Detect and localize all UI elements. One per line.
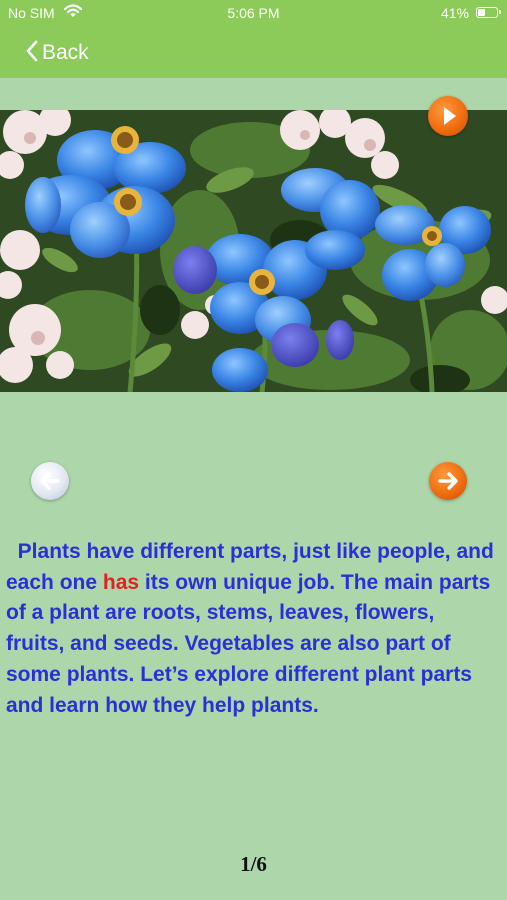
- chevron-left-icon: [26, 40, 38, 67]
- next-page-button[interactable]: [429, 462, 467, 500]
- play-button[interactable]: [428, 96, 468, 136]
- page-indicator: 1/6: [240, 852, 267, 876]
- status-bar: No SIM 5:06 PM 41%: [0, 0, 507, 28]
- battery-nub: [499, 10, 501, 14]
- clock: 5:06 PM: [227, 5, 280, 21]
- battery-fill: [478, 9, 485, 16]
- navigation-bar: Back: [0, 28, 507, 78]
- back-button[interactable]: Back: [26, 38, 89, 68]
- play-icon: [428, 107, 468, 140]
- arrow-right-icon: [429, 472, 467, 504]
- arrow-left-icon: [31, 472, 69, 504]
- battery-icon: [476, 7, 501, 18]
- previous-page-button[interactable]: [31, 462, 69, 500]
- back-label: Back: [42, 41, 89, 64]
- flower-photo: [0, 110, 507, 392]
- highlighted-word[interactable]: has: [103, 571, 139, 594]
- battery-percent: 41%: [440, 5, 469, 21]
- story-text: Plants have different parts, just like p…: [6, 537, 496, 721]
